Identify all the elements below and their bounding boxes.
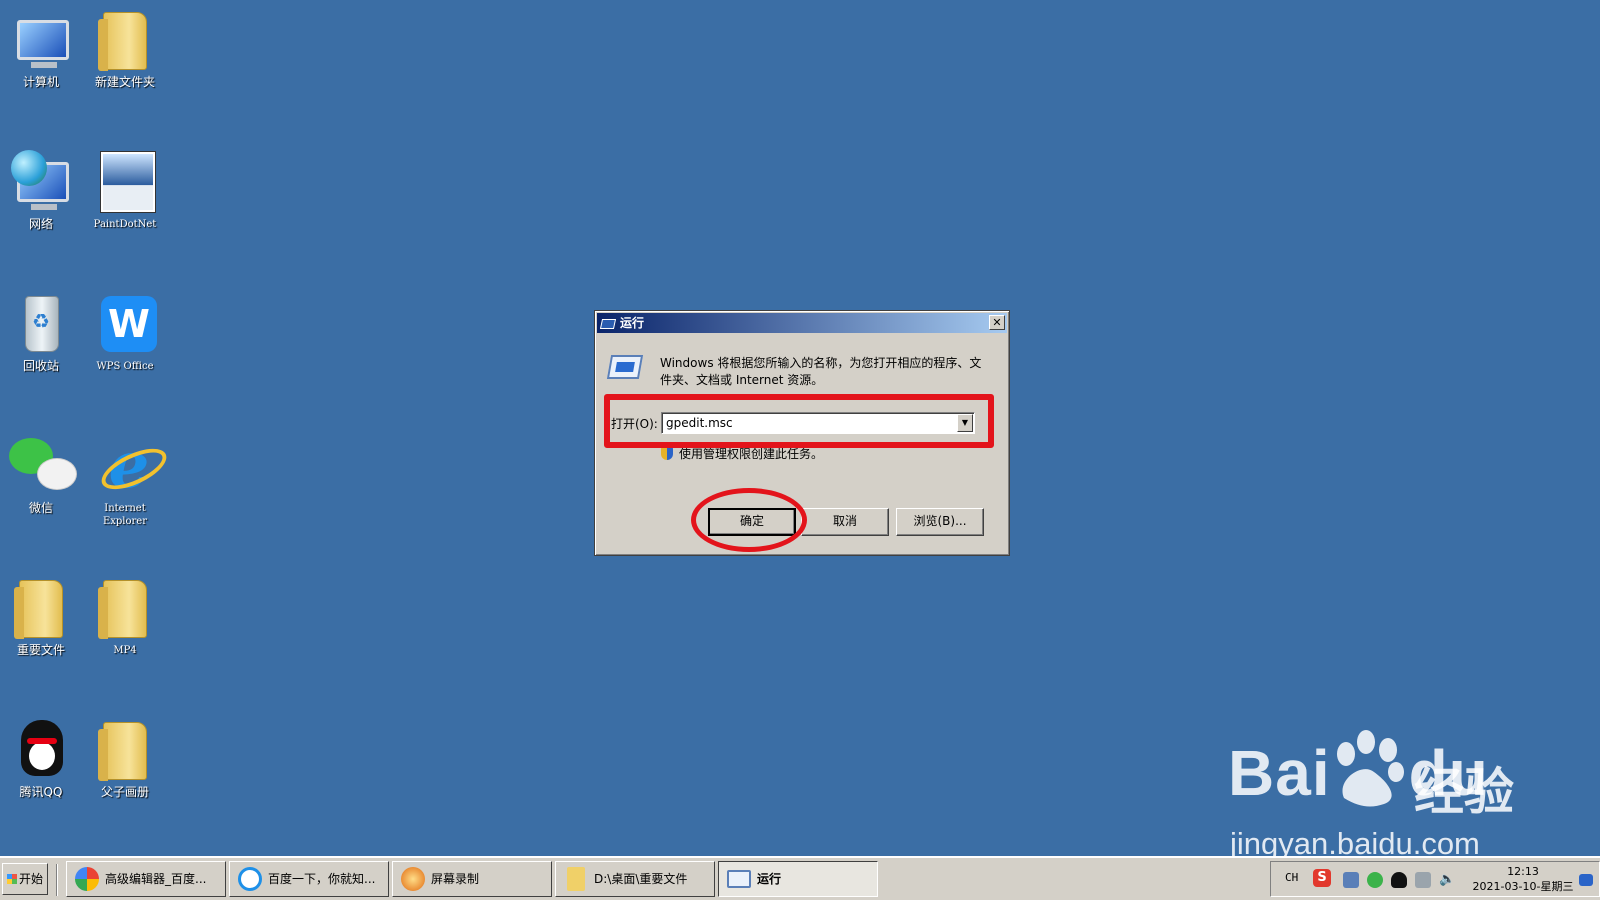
taskbar-item-label: 运行 <box>757 872 782 886</box>
taskbar-item-screen-record[interactable]: 屏幕录制 <box>392 861 552 897</box>
watermark-bai: Bai <box>1228 737 1331 809</box>
desktop-icon-recycle-bin[interactable]: 回收站 <box>0 292 82 373</box>
desktop-icon-qq[interactable]: 腾讯QQ <box>0 718 82 799</box>
volume-icon[interactable]: 🔈 <box>1439 872 1455 888</box>
desktop-icon-label: 新建文件夹 <box>94 75 155 89</box>
taskbar-item-baidu-search[interactable]: 百度一下，你就知... <box>229 861 389 897</box>
paint-icon <box>93 150 157 214</box>
highlight-rectangle <box>604 394 994 448</box>
desktop-icon-label: WPS Office <box>96 361 154 372</box>
clock-date: 2021-03-10-星期三 <box>1472 880 1574 893</box>
shield-icon <box>661 447 673 460</box>
clock[interactable]: 12:13 2021-03-10-星期三 <box>1467 864 1579 894</box>
dialog-description: Windows 将根据您所输入的名称，为您打开相应的程序、文件夹、文档或 Int… <box>660 356 982 387</box>
qq-tray-icon[interactable] <box>1391 872 1407 888</box>
start-label: 开始 <box>19 872 44 886</box>
screen-recorder-icon <box>401 867 425 891</box>
cancel-button[interactable]: 取消 <box>801 508 889 536</box>
desktop-icon-network[interactable]: 网络 <box>0 150 82 231</box>
browse-button[interactable]: 浏览(B)... <box>896 508 984 536</box>
desktop-icon-ie[interactable]: e Internet Explorer <box>84 434 166 528</box>
watermark-jingyan: 经验 <box>1414 763 1514 821</box>
taskbar-separator <box>56 864 58 896</box>
taskbar-item-label: 百度一下，你就知... <box>268 872 376 886</box>
run-icon <box>599 318 617 329</box>
system-tray: CH S 🔈 12:13 2021-03-10-星期三 <box>1270 861 1600 897</box>
wechat-icon <box>9 434 77 498</box>
desktop-icon-label: PaintDotNet <box>93 219 157 230</box>
internet-explorer-icon: e <box>93 434 157 498</box>
clock-time: 12:13 <box>1507 865 1539 878</box>
desktop-icon-paintdotnet[interactable]: PaintDotNet <box>84 150 166 231</box>
taskbar-item-folder[interactable]: D:\桌面\重要文件 <box>555 861 715 897</box>
sogou-input-icon[interactable]: S <box>1313 869 1331 887</box>
taskbar-item-label: D:\桌面\重要文件 <box>594 872 688 886</box>
run-program-icon <box>606 355 644 379</box>
baidu-paw-icon <box>1337 730 1404 807</box>
network-icon <box>9 150 73 214</box>
taskbar: 开始 高级编辑器_百度... 百度一下，你就知... 屏幕录制 D:\桌面\重要… <box>0 856 1600 900</box>
chrome-icon <box>75 867 99 891</box>
taskbar-item-baidu-editor[interactable]: 高级编辑器_百度... <box>66 861 226 897</box>
display-tray-icon[interactable] <box>1415 872 1431 888</box>
desktop-icon-label: 腾讯QQ <box>19 785 63 799</box>
language-indicator[interactable]: CH <box>1285 871 1298 884</box>
folder-icon <box>93 576 157 640</box>
desktop-icon-album[interactable]: 父子画册 <box>84 718 166 799</box>
wps-icon: W <box>93 292 157 356</box>
folder-icon <box>93 718 157 782</box>
desktop-icon-mp4[interactable]: MP4 <box>84 576 166 657</box>
windows-logo-icon <box>7 874 17 884</box>
taskbar-item-label: 屏幕录制 <box>431 872 480 886</box>
network-tray-icon[interactable] <box>1343 872 1359 888</box>
folder-icon <box>567 867 585 891</box>
run-icon <box>727 870 751 888</box>
highlight-ellipse <box>691 488 807 552</box>
desktop-icon-label: 父子画册 <box>100 785 149 799</box>
internet-explorer-icon <box>238 867 262 891</box>
desktop-icon-label: Internet Explorer <box>102 503 148 527</box>
desktop-icon-important-files[interactable]: 重要文件 <box>0 576 82 657</box>
computer-icon <box>9 8 73 72</box>
desktop-icon-wechat[interactable]: 微信 <box>0 434 82 515</box>
desktop-icon-label: MP4 <box>113 645 137 656</box>
desktop-icon-label: 计算机 <box>22 75 59 89</box>
start-button[interactable]: 开始 <box>2 863 48 895</box>
show-desktop-icon[interactable] <box>1579 874 1593 886</box>
dialog-titlebar[interactable]: 运行 ✕ <box>597 313 1007 333</box>
desktop-icon-label: 重要文件 <box>16 643 65 657</box>
taskbar-item-label: 高级编辑器_百度... <box>105 872 207 886</box>
desktop-icon-label: 网络 <box>28 217 53 231</box>
taskbar-item-run[interactable]: 运行 <box>718 861 878 897</box>
recycle-bin-icon <box>9 292 73 356</box>
desktop-icon-label: 回收站 <box>22 359 59 373</box>
desktop-icon-wps[interactable]: W WPS Office <box>84 292 166 373</box>
desktop-icon-new-folder[interactable]: 新建文件夹 <box>84 8 166 89</box>
qq-penguin-icon <box>9 718 73 782</box>
desktop-icon-label: 微信 <box>28 501 53 515</box>
desktop-icon-computer[interactable]: 计算机 <box>0 8 82 89</box>
folder-icon <box>93 8 157 72</box>
security-tray-icon[interactable] <box>1367 872 1383 888</box>
close-button[interactable]: ✕ <box>989 315 1005 330</box>
dialog-title: 运行 <box>620 316 645 330</box>
admin-note-text: 使用管理权限创建此任务。 <box>679 447 824 461</box>
folder-icon <box>9 576 73 640</box>
